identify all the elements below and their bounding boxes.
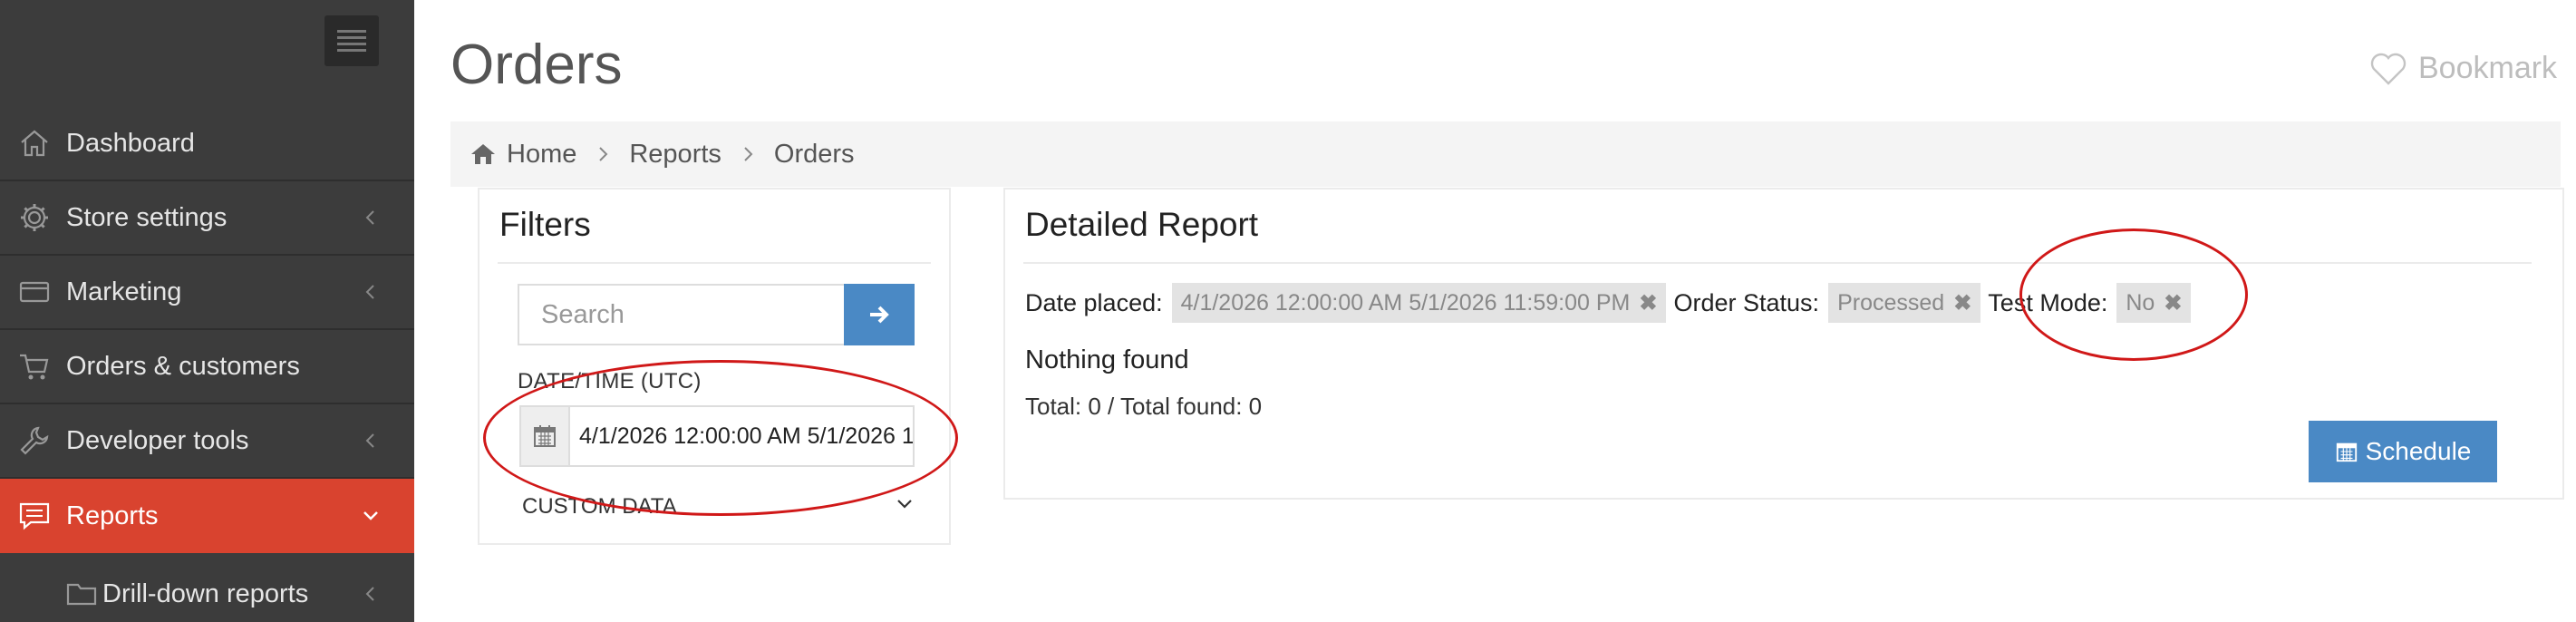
divider bbox=[1023, 262, 2532, 264]
breadcrumb-home[interactable]: Home bbox=[507, 140, 576, 170]
sidebar-item-drill-down-reports[interactable]: Drill-down reports bbox=[0, 557, 414, 622]
sidebar-item-label: Store settings bbox=[66, 202, 228, 232]
sidebar-item-label: Orders & customers bbox=[66, 351, 300, 381]
datetime-label: DATE/TIME (UTC) bbox=[518, 369, 702, 394]
sidebar-item-reports[interactable]: Reports bbox=[0, 479, 414, 553]
bookmark-button[interactable]: Bookmark bbox=[2369, 51, 2557, 86]
sidebar-item-label: Reports bbox=[66, 501, 159, 530]
remove-filter-icon[interactable]: ✖ bbox=[2164, 290, 2182, 316]
schedule-label: Schedule bbox=[2365, 437, 2472, 465]
date-placed-chip: 4/1/2026 12:00:00 AM 5/1/2026 11:59:00 P… bbox=[1171, 283, 1667, 323]
arrow-right-icon bbox=[870, 306, 889, 324]
home-icon bbox=[471, 144, 495, 164]
credit-card-icon bbox=[19, 281, 50, 303]
hamburger-icon bbox=[337, 30, 366, 52]
page-title: Orders bbox=[450, 34, 623, 96]
home-icon bbox=[21, 130, 48, 157]
chevron-down-icon bbox=[363, 511, 378, 520]
menu-toggle-button[interactable] bbox=[324, 15, 379, 66]
datetime-range-field[interactable]: 4/1/2026 12:00:00 AM 5/1/2026 11:59:00 P… bbox=[519, 405, 915, 467]
calendar-icon bbox=[534, 425, 556, 447]
order-status-chip: Processed ✖ bbox=[1828, 283, 1981, 323]
remove-filter-icon[interactable]: ✖ bbox=[1953, 290, 1971, 316]
sidebar-item-orders-customers[interactable]: Orders & customers bbox=[0, 330, 414, 404]
chevron-left-icon bbox=[365, 587, 374, 601]
heart-icon bbox=[2370, 53, 2407, 85]
divider bbox=[498, 262, 931, 264]
bookmark-label: Bookmark bbox=[2418, 51, 2558, 85]
chevron-left-icon bbox=[365, 210, 374, 225]
nothing-found-message: Nothing found bbox=[1025, 345, 1189, 374]
schedule-button[interactable]: Schedule bbox=[2309, 421, 2497, 482]
report-icon bbox=[19, 502, 50, 530]
date-placed-value: 4/1/2026 12:00:00 AM 5/1/2026 11:59:00 P… bbox=[1180, 289, 1631, 316]
sidebar-item-label: Developer tools bbox=[66, 425, 249, 455]
chevron-right-icon bbox=[599, 147, 608, 161]
sidebar-item-label: Marketing bbox=[66, 277, 182, 306]
filters-panel: Filters DATE/TIME (UTC) 4/1/2026 12:00:0… bbox=[478, 188, 951, 545]
test-mode-chip: No ✖ bbox=[2116, 283, 2192, 323]
folder-icon bbox=[66, 583, 97, 606]
gear-icon bbox=[21, 204, 48, 231]
totals-text: Total: 0 / Total found: 0 bbox=[1025, 393, 1263, 420]
test-mode-label: Test Mode: bbox=[1988, 288, 2108, 316]
search-input[interactable] bbox=[519, 286, 844, 344]
search-submit-button[interactable] bbox=[844, 284, 915, 345]
cart-icon bbox=[20, 354, 49, 380]
filters-title: Filters bbox=[499, 206, 591, 243]
sidebar-item-label: Drill-down reports bbox=[102, 578, 309, 608]
date-placed-label: Date placed: bbox=[1025, 288, 1163, 316]
order-status-value: Processed bbox=[1837, 289, 1945, 316]
report-title: Detailed Report bbox=[1025, 206, 1259, 243]
sidebar-item-dashboard[interactable]: Dashboard bbox=[0, 107, 414, 181]
datetime-value[interactable]: 4/1/2026 12:00:00 AM 5/1/2026 11:59:00 P… bbox=[570, 407, 913, 465]
wrench-icon bbox=[20, 426, 49, 455]
custom-data-toggle[interactable]: CUSTOM DATA bbox=[522, 494, 677, 520]
order-status-label: Order Status: bbox=[1673, 288, 1820, 316]
test-mode-value: No bbox=[2126, 289, 2155, 316]
chevron-down-icon[interactable] bbox=[895, 494, 915, 514]
remove-filter-icon[interactable]: ✖ bbox=[1639, 290, 1657, 316]
sidebar: Dashboard Store settings Marketing Order… bbox=[0, 0, 414, 622]
calendar-addon[interactable] bbox=[521, 407, 570, 465]
calendar-icon bbox=[2336, 442, 2357, 462]
sidebar-item-label: Dashboard bbox=[66, 128, 195, 158]
sidebar-item-developer-tools[interactable]: Developer tools bbox=[0, 404, 414, 479]
search-box bbox=[518, 284, 844, 345]
detailed-report-panel: Detailed Report Date placed: 4/1/2026 12… bbox=[1003, 188, 2564, 500]
chevron-left-icon bbox=[365, 285, 374, 299]
breadcrumb: Home Reports Orders bbox=[450, 121, 2561, 187]
chevron-right-icon bbox=[744, 147, 753, 161]
breadcrumb-reports[interactable]: Reports bbox=[629, 140, 721, 170]
sidebar-item-marketing[interactable]: Marketing bbox=[0, 256, 414, 330]
active-filters: Date placed: 4/1/2026 12:00:00 AM 5/1/20… bbox=[1025, 283, 2198, 323]
breadcrumb-orders: Orders bbox=[773, 139, 855, 169]
sidebar-item-store-settings[interactable]: Store settings bbox=[0, 181, 414, 256]
chevron-left-icon bbox=[365, 433, 374, 448]
